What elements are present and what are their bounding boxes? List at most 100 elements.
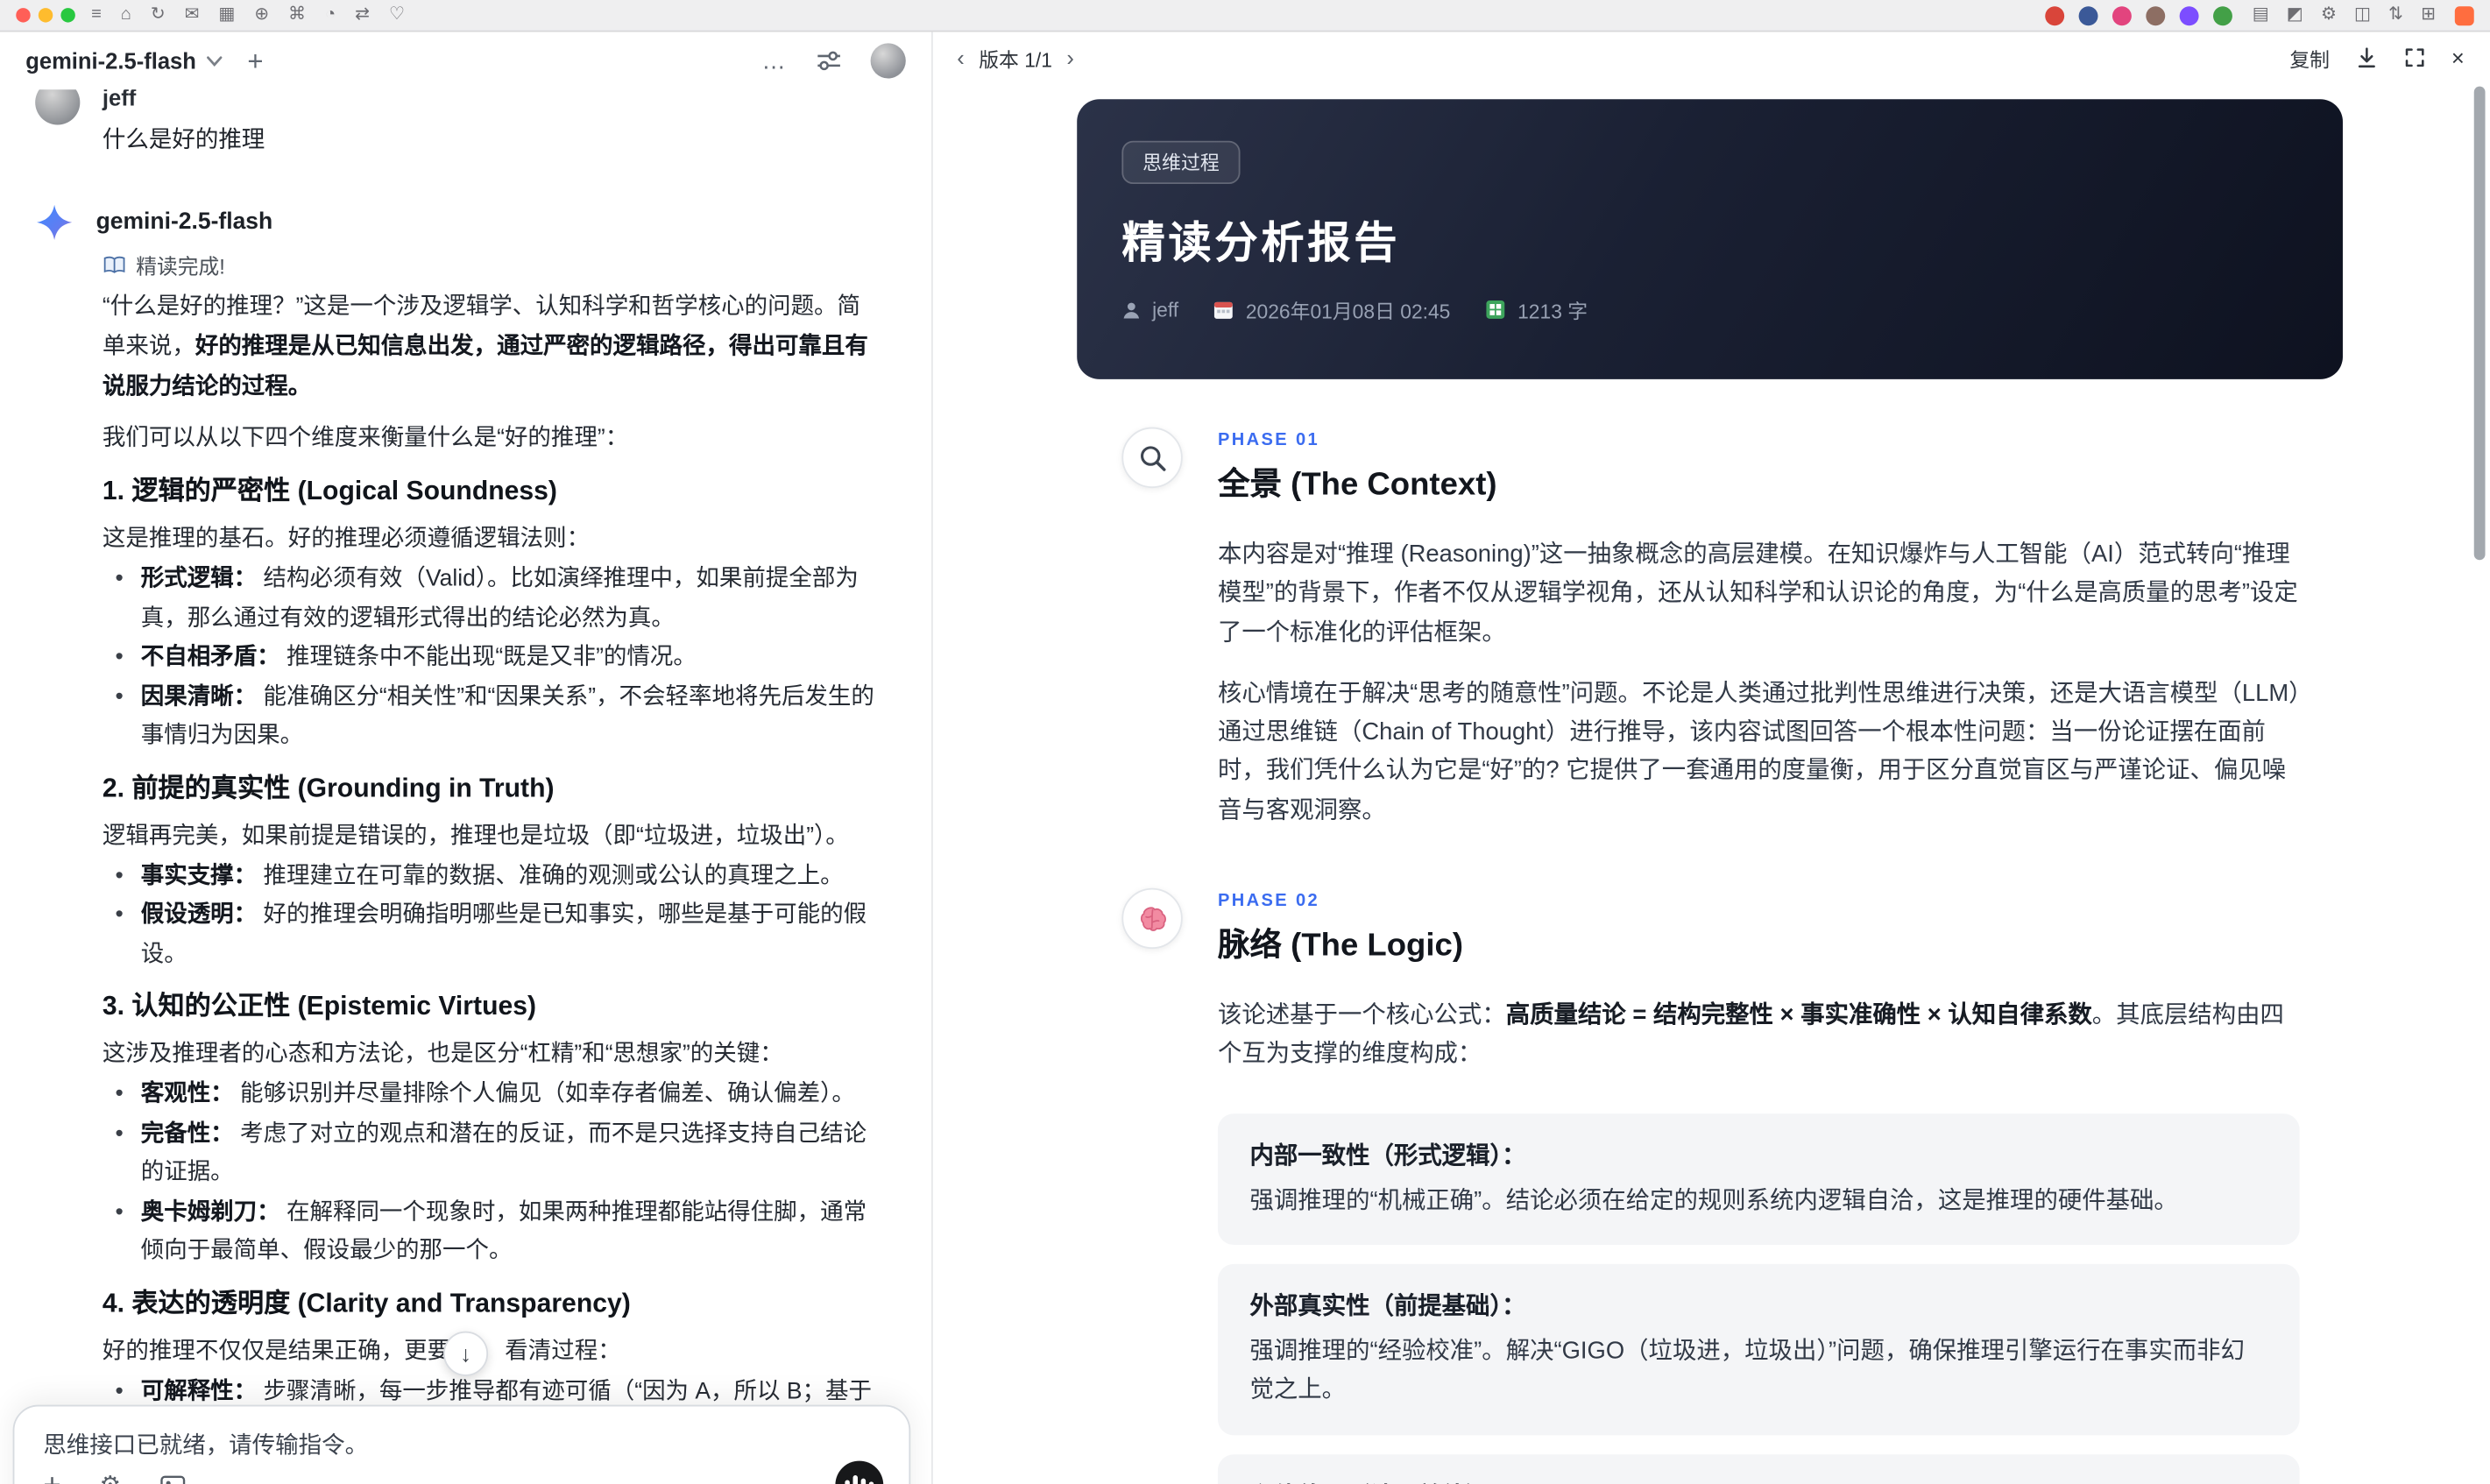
assistant-bold-text: 事实支撑：	[140, 863, 258, 889]
attach-plus-icon[interactable]: +	[43, 1471, 60, 1484]
menubar-status-icon[interactable]: ⊞	[2421, 5, 2436, 24]
menubar-icon[interactable]: ↻	[151, 5, 166, 24]
menubar-icon[interactable]: ◔	[325, 5, 336, 24]
assistant-bold-text: 好的推理是从已知信息出发，通过严密的逻辑路径，得出可靠且有说服力结论的过程。	[102, 334, 868, 400]
phase-title: 全景 (The Context)	[1217, 467, 1497, 503]
menubar-icon[interactable]: ⌘	[288, 5, 306, 24]
scrollbar-thumb[interactable]	[2473, 86, 2486, 561]
phase-title: 脉络 (The Logic)	[1217, 928, 1464, 964]
menubar-app-icon[interactable]	[2079, 5, 2099, 25]
settings-sliders-icon[interactable]	[817, 50, 842, 73]
assistant-text: 这涉及推理者的心态和方法论，也是区分“杠精”和“思想家”的关键：	[102, 1042, 783, 1068]
assistant-text: 看清过程：	[505, 1338, 621, 1365]
assistant-paragraph: 这涉及推理者的心态和方法论，也是区分“杠精”和“思想家”的关键：	[103, 1035, 883, 1076]
phase-body: 本内容是对“推理 (Reasoning)”这一抽象概念的高层建模。在知识爆炸与人…	[1218, 536, 2343, 830]
assistant-paragraph: 这是推理的基石。好的推理必须遵循逻辑法则：	[103, 520, 883, 561]
more-options-button[interactable]: …	[761, 47, 787, 74]
highlight-box-body: 强调推理的“经验校准”。解决“GIGO（垃圾进，垃圾出）”问题，确保推理引擎运行…	[1249, 1337, 2245, 1404]
chat-scroll-area[interactable]: jeff 什么是好的推理 gemini-2.5-flash 精读完成! “什么是…	[0, 89, 931, 1484]
assistant-status-text: 精读完成!	[136, 253, 225, 278]
book-icon	[103, 255, 125, 272]
assistant-paragraph: “什么是好的推理？”这是一个涉及逻辑学、认知科学和哲学核心的问题。简单来说，好的…	[103, 288, 883, 408]
assistant-text: 我们可以从以下四个维度来衡量什么是“好的推理”：	[102, 425, 629, 452]
phase-header: PHASE 01 全景 (The Context)	[1121, 427, 2343, 505]
assistant-text: 能够识别并尽量排除个人偏见（如幸存者偏差、确认偏差）。	[233, 1081, 855, 1107]
highlight-boxes: 内部一致性（形式逻辑）： 强调推理的“机械正确”。结论必须在给定的规则系统内逻辑自…	[1217, 1113, 2343, 1484]
menubar-app-icon[interactable]	[2147, 5, 2167, 25]
menubar-app-icon[interactable]	[2180, 5, 2200, 25]
user-message-body: jeff 什么是好的推理	[103, 89, 265, 155]
download-icon[interactable]	[2355, 46, 2378, 69]
image-icon[interactable]	[159, 1474, 185, 1484]
next-version-button[interactable]: ›	[1066, 46, 1074, 69]
highlight-box: 主体伦理（认识美德）：转向推理者的心理特征。引入奥卡姆剃刀和反向论证，旨在克服人…	[1217, 1453, 2300, 1484]
report-sections: PHASE 01 全景 (The Context) 本内容是对“推理 (Reason…	[1121, 427, 2343, 1484]
phase-titles: PHASE 02 脉络 (The Logic)	[1218, 888, 1463, 965]
user-avatar[interactable]	[870, 43, 906, 79]
assistant-bold-text: 客观性：	[140, 1081, 234, 1107]
zoom-window-button[interactable]	[60, 8, 75, 23]
person-icon	[1123, 301, 1140, 318]
highlight-box-title: 外部真实性（前提基础）：	[1249, 1292, 1526, 1320]
phase-body: 该论述基于一个核心公式：高质量结论 = 结构完整性 × 事实准确性 × 认知自律…	[1217, 997, 2343, 1484]
composer-toolbar: + ⚙	[43, 1471, 185, 1484]
menubar-icon[interactable]: ⌂	[121, 5, 131, 24]
message-composer[interactable]: 思维接口已就绪，请传输指令。 + ⚙	[12, 1404, 911, 1484]
menubar-accent-icon[interactable]	[2454, 5, 2474, 25]
menubar-icon[interactable]: ♡	[389, 5, 405, 24]
menubar-status-icon[interactable]: ◩	[2287, 5, 2303, 24]
artifact-scroll-area[interactable]: 思维过程 精读分析报告 jeff 2026年01月08日 02:45 1213 …	[933, 83, 2490, 1484]
scroll-to-bottom-button[interactable]: ↓	[442, 1331, 489, 1376]
artifact-toolbar: ‹ 版本 1/1 › 复制 ×	[933, 32, 2490, 83]
artifact-phase-2: PHASE 02 脉络 (The Logic) 该论述基于一个核心公式：高质量结论 …	[1121, 887, 2343, 1484]
assistant-bullet-item: 不自相矛盾： 推理链条中不能出现“既是又非”的情况。	[103, 639, 883, 678]
close-window-button[interactable]	[16, 8, 31, 23]
close-icon[interactable]: ×	[2451, 46, 2465, 69]
report-author-text: jeff	[1152, 298, 1179, 322]
fullscreen-icon[interactable]	[2403, 46, 2426, 69]
assistant-bullet-item: 事实支撑： 推理建立在可靠的数据、准确的观测或公认的真理之上。	[103, 857, 883, 896]
menubar-app-icon[interactable]	[2046, 5, 2066, 25]
user-message-text: 什么是好的推理	[102, 128, 265, 154]
assistant-bullet-item: 客观性： 能够识别并尽量排除个人偏见（如幸存者偏差、确认偏差）。	[103, 1075, 883, 1114]
assistant-bold-text: 完备性：	[140, 1120, 234, 1147]
menubar-status-icon[interactable]: ▤	[2253, 5, 2269, 24]
phase-titles: PHASE 01 全景 (The Context)	[1218, 428, 1497, 505]
assistant-message-header: gemini-2.5-flash	[35, 203, 906, 242]
menubar-app-icon[interactable]	[2213, 5, 2233, 25]
waveform-icon	[852, 1475, 858, 1484]
copy-button[interactable]: 复制	[2289, 42, 2330, 73]
artifact-text: 核心情境在于解决“思考的随意性”问题。不论是人类通过批判性思维进行决策，还是大语…	[1217, 680, 2301, 824]
artifact-text: 该论述基于一个核心公式：	[1217, 1001, 1506, 1029]
new-chat-button[interactable]: +	[247, 47, 263, 74]
assistant-message-content: “什么是好的推理？”这是一个涉及逻辑学、认知科学和哲学核心的问题。简单来说，好的…	[103, 288, 883, 1484]
previous-version-button[interactable]: ‹	[957, 46, 965, 69]
menubar-status-icon[interactable]: ◫	[2354, 5, 2371, 24]
assistant-text: 1. 逻辑的严密性 (Logical Soundness)	[102, 477, 557, 506]
minimize-window-button[interactable]	[38, 8, 53, 23]
menubar-icon[interactable]: ▦	[218, 5, 235, 24]
menubar-status-icon[interactable]: ⇅	[2388, 5, 2403, 24]
menubar-icon[interactable]: ⇄	[355, 5, 370, 24]
menubar-status-icons: ▤ ◩ ⚙ ◫ ⇅ ⊞	[2253, 5, 2436, 24]
tools-gear-icon[interactable]: ⚙	[99, 1473, 121, 1484]
phase-label: PHASE 02	[1217, 891, 1320, 911]
menubar-status-icon[interactable]: ⚙	[2321, 5, 2337, 24]
assistant-bullet-item: 假设透明： 好的推理会明确指明哪些是已知事实，哪些是基于可能的假设。	[103, 896, 883, 974]
menubar-app-icon[interactable]	[2112, 5, 2133, 25]
assistant-text: 3. 认知的公正性 (Epistemic Virtues)	[102, 992, 537, 1021]
model-selector[interactable]: gemini-2.5-flash	[25, 48, 196, 74]
menubar-left-icons: ≡ ⌂ ↻ ✉ ▦ ⊕ ⌘ ◔ ⇄ ♡	[91, 5, 405, 24]
assistant-bold-text: 因果清晰：	[140, 683, 258, 710]
composer-input[interactable]: 思维接口已就绪，请传输指令。	[43, 1427, 880, 1460]
chevron-down-icon[interactable]	[206, 55, 222, 67]
assistant-section-heading: 1. 逻辑的严密性 (Logical Soundness)	[103, 472, 883, 512]
chat-panel: gemini-2.5-flash + … jeff 什么是好的推理 gemini…	[0, 32, 932, 1484]
assistant-status: 精读完成!	[103, 251, 906, 278]
menubar-icon[interactable]: ≡	[91, 5, 102, 24]
menubar-icon[interactable]: ✉	[185, 5, 200, 24]
report-badge: 思维过程	[1121, 140, 1241, 185]
voice-input-button[interactable]	[835, 1460, 884, 1484]
menubar-icon[interactable]: ⊕	[254, 5, 269, 24]
report-date: 2026年01月08日 02:45	[1213, 294, 1450, 325]
